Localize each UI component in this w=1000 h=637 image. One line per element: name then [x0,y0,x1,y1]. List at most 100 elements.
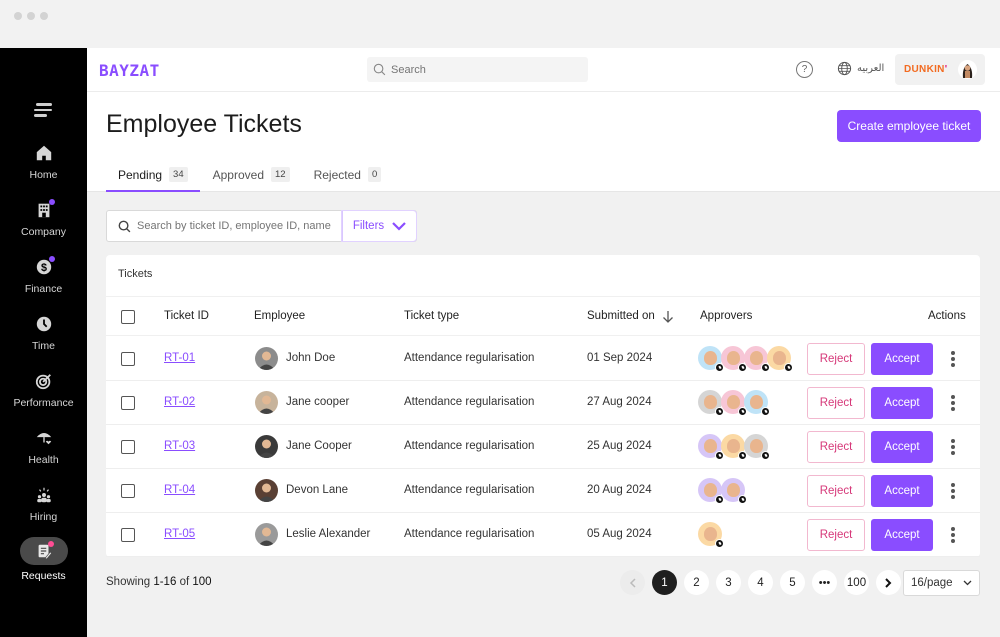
next-page-button[interactable] [876,570,901,595]
approver-avatar[interactable] [744,434,770,460]
page-header: Employee Tickets Create employee ticket … [87,92,1000,192]
page-button[interactable]: 100 [844,570,869,595]
approver-avatar[interactable] [721,434,747,460]
select-all-checkbox[interactable] [121,310,135,324]
notification-dot [48,256,55,262]
approver-avatar[interactable] [721,478,747,504]
approver-avatar[interactable] [698,390,724,416]
ticket-search-input[interactable] [137,220,337,232]
approver-avatar[interactable] [698,522,724,548]
approver-avatar[interactable] [721,346,747,372]
page-size-select[interactable]: 16/page [903,570,980,596]
pending-clock-icon [715,539,724,548]
reject-button[interactable]: Reject [807,387,865,419]
ticket-filter-bar: Filters [106,210,417,242]
row-checkbox[interactable] [121,484,135,498]
chevron-left-icon [629,577,636,588]
sidebar-item-requests[interactable]: Requests [0,537,87,582]
reject-button[interactable]: Reject [807,431,865,463]
window-controls [14,12,48,20]
menu-icon[interactable] [34,103,52,120]
row-checkbox[interactable] [121,396,135,410]
ticket-type: Attendance regularisation [404,528,535,540]
accept-button[interactable]: Accept [871,519,933,551]
submitted-date: 05 Aug 2024 [587,528,652,540]
ticket-id-link[interactable]: RT-04 [164,484,195,496]
approver-avatar[interactable] [698,434,724,460]
sidebar: Home Company $ Finance Time Performance … [0,48,87,637]
global-search-input[interactable] [391,63,571,76]
sidebar-item-performance[interactable]: Performance [0,368,87,409]
tab-rejected[interactable]: Rejected 0 [302,162,394,192]
sidebar-item-company[interactable]: Company [0,197,87,238]
table-title: Tickets [118,268,153,280]
bayzat-logo[interactable]: BAYZAT [99,61,160,80]
page-button[interactable]: 2 [684,570,709,595]
reject-button[interactable]: Reject [807,475,865,507]
pending-clock-icon [738,495,747,504]
company-switcher[interactable]: DUNKIN' [895,54,985,85]
accept-button[interactable]: Accept [871,431,933,463]
sidebar-item-time[interactable]: Time [0,311,87,352]
approver-avatar[interactable] [744,346,770,372]
accept-button[interactable]: Accept [871,475,933,507]
more-options-icon[interactable] [947,349,959,369]
reject-button[interactable]: Reject [807,343,865,375]
chevron-down-icon [392,221,406,231]
page-button[interactable]: 5 [780,570,805,595]
building-icon [20,197,68,223]
ticket-status-tabs: Pending 34 Approved 12 Rejected 0 [106,162,393,192]
more-options-icon[interactable] [947,437,959,457]
page-ellipsis-button[interactable]: ••• [812,570,837,595]
approver-avatar[interactable] [767,346,793,372]
page-button[interactable]: 1 [652,570,677,595]
accept-button[interactable]: Accept [871,387,933,419]
table-row: RT-03 Jane Cooper Attendance regularisatio… [106,425,980,469]
reject-button[interactable]: Reject [807,519,865,551]
approver-avatar[interactable] [698,346,724,372]
column-header-submitted-on[interactable]: Submitted on [587,310,655,322]
column-header-approvers: Approvers [700,310,753,322]
ticket-id-link[interactable]: RT-05 [164,528,195,540]
more-options-icon[interactable] [947,525,959,545]
approver-avatar[interactable] [721,390,747,416]
sidebar-item-hiring[interactable]: Hiring [0,482,87,523]
row-checkbox[interactable] [121,352,135,366]
employee-name: Jane Cooper [286,440,352,452]
column-header-ticket-type[interactable]: Ticket type [404,310,459,322]
global-search[interactable] [367,57,588,82]
more-options-icon[interactable] [947,481,959,501]
tab-approved[interactable]: Approved 12 [201,162,302,192]
dollar-coin-icon: $ [20,254,68,280]
help-circle-icon[interactable]: ? [796,61,813,78]
language-switcher[interactable]: العربيه [837,61,884,76]
sort-arrow-down-icon[interactable] [662,310,674,324]
ticket-id-link[interactable]: RT-02 [164,396,195,408]
employee-avatar [255,391,278,414]
accept-button[interactable]: Accept [871,343,933,375]
previous-page-button[interactable] [620,570,645,595]
ticket-search[interactable] [107,211,342,241]
sidebar-item-home[interactable]: Home [0,140,87,181]
page-button[interactable]: 4 [748,570,773,595]
table-row: RT-01 John Doe Attendance regularisation 01… [106,337,980,381]
sidebar-item-health[interactable]: Health [0,425,87,466]
ticket-id-link[interactable]: RT-03 [164,440,195,452]
tab-count-badge: 0 [367,167,382,182]
approver-avatar[interactable] [744,390,770,416]
row-checkbox[interactable] [121,440,135,454]
create-employee-ticket-button[interactable]: Create employee ticket [837,110,981,142]
filters-button[interactable]: Filters [341,210,417,242]
ticket-id-link[interactable]: RT-01 [164,352,195,364]
employee-name: John Doe [286,352,336,364]
sidebar-item-finance[interactable]: $ Finance [0,254,87,295]
column-header-actions: Actions [928,310,966,322]
column-header-employee[interactable]: Employee [254,310,305,322]
user-avatar[interactable] [958,60,977,79]
more-options-icon[interactable] [947,393,959,413]
page-button[interactable]: 3 [716,570,741,595]
column-header-ticket-id[interactable]: Ticket ID [164,310,209,322]
tab-pending[interactable]: Pending 34 [106,162,200,192]
row-checkbox[interactable] [121,528,135,542]
approver-avatar[interactable] [698,478,724,504]
